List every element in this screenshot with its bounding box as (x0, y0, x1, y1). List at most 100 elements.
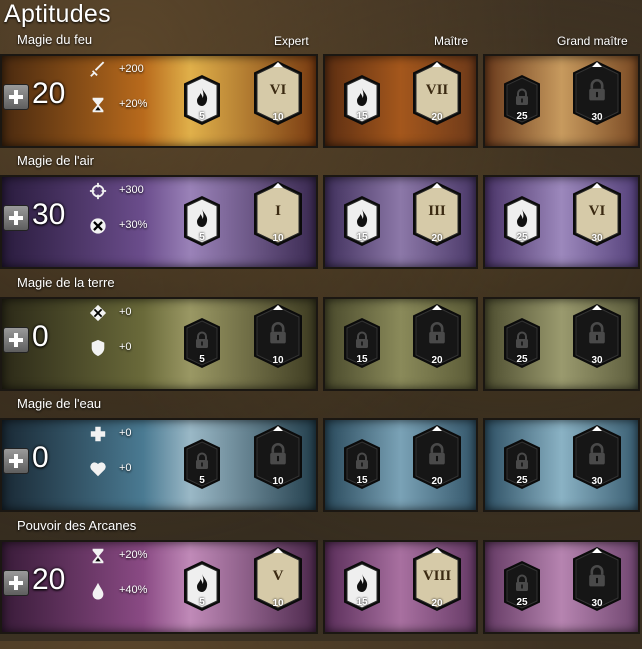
points-required: 20 (431, 476, 443, 487)
stat-value: +200 (119, 63, 144, 75)
major-trait-slot-locked[interactable]: 20 (412, 424, 462, 490)
minor-trait-slot-locked[interactable]: 25 (503, 438, 541, 490)
major-trait-slot-locked[interactable]: 20 (412, 303, 462, 369)
lock-icon (516, 88, 528, 105)
trait-points: 0 (32, 441, 49, 474)
points-required: 25 (516, 111, 528, 122)
major-trait-slot[interactable]: VI 10 (253, 60, 303, 126)
lock-icon (270, 443, 286, 465)
major-trait-slot-locked[interactable]: 10 (253, 303, 303, 369)
major-trait-slot-locked[interactable]: 10 (253, 424, 303, 490)
major-trait-slot-locked[interactable]: 30 (572, 424, 622, 490)
trait-line-air: Magie de l'air 30 +300 +30% 5 I 10 15 III 20 25 VI 3… (0, 153, 642, 284)
stat-bonus: +30% (89, 217, 199, 237)
toughness-icon (89, 304, 107, 322)
healing-cross-icon (89, 425, 107, 443)
points-required: 25 (516, 232, 528, 243)
points-required: 15 (356, 475, 368, 486)
major-trait-slot-locked[interactable]: 30 (572, 60, 622, 126)
points-required: 15 (356, 111, 368, 122)
trait-points: 0 (32, 320, 49, 353)
major-trait-slot[interactable]: V 10 (253, 546, 303, 612)
stat-bonus: +200 (89, 61, 199, 81)
major-trait-slot-locked[interactable]: 30 (572, 303, 622, 369)
add-point-button[interactable] (3, 205, 29, 231)
trait-line-name: Pouvoir des Arcanes (17, 518, 137, 533)
stat-value: +300 (119, 184, 144, 196)
crosshair-icon (89, 182, 107, 200)
points-required: 15 (356, 597, 368, 608)
points-required: 20 (431, 233, 443, 244)
stat-bonus: +0 (89, 339, 199, 359)
add-point-button[interactable] (3, 448, 29, 474)
minor-trait-slot[interactable]: 15 (343, 195, 381, 247)
trait-line-name: Magie du feu (17, 32, 93, 47)
major-trait-slot[interactable]: VIII 20 (412, 546, 462, 612)
trait-line-name: Magie de l'air (17, 153, 94, 168)
lock-icon (429, 322, 445, 344)
points-required: 30 (591, 476, 603, 487)
sword-icon (89, 61, 107, 79)
major-trait-slot[interactable]: VII 20 (412, 60, 462, 126)
minor-trait-slot-locked[interactable]: 25 (503, 317, 541, 369)
points-required: 10 (272, 476, 284, 487)
trait-numeral: I (275, 203, 281, 219)
lock-icon (270, 322, 286, 344)
add-point-button[interactable] (3, 570, 29, 596)
minor-trait-slot-locked[interactable]: 15 (343, 438, 381, 490)
lock-icon (356, 331, 368, 348)
points-required: 30 (591, 598, 603, 609)
major-trait-slot-locked[interactable]: 30 (572, 546, 622, 612)
major-trait-slot[interactable]: VI 30 (572, 181, 622, 247)
trait-line-name: Magie de l'eau (17, 396, 102, 411)
stat-value: +20% (119, 549, 148, 561)
major-trait-slot[interactable]: III 20 (412, 181, 462, 247)
add-point-button[interactable] (3, 84, 29, 110)
lock-icon (429, 443, 445, 465)
stat-value: +0 (119, 462, 132, 474)
lock-icon (589, 565, 605, 587)
minor-trait-slot-locked[interactable]: 15 (343, 317, 381, 369)
minor-trait-slot-locked[interactable]: 25 (503, 74, 541, 126)
stat-bonus: +0 (89, 460, 199, 480)
trait-numeral: III (428, 203, 446, 219)
lock-icon (589, 79, 605, 101)
trait-points: 30 (32, 198, 66, 231)
trait-line-arcane: Pouvoir des Arcanes 20 +20% +40% 5 V 10 15 VIII 2… (0, 518, 642, 649)
minor-trait-slot[interactable]: 15 (343, 560, 381, 612)
critical-damage-icon (89, 217, 107, 235)
fire-icon (357, 209, 368, 227)
stat-value: +30% (119, 219, 148, 231)
add-point-button[interactable] (3, 327, 29, 353)
fire-icon (357, 88, 368, 106)
stat-value: +20% (119, 98, 148, 110)
crosshair-icon (89, 182, 107, 200)
points-required: 30 (591, 233, 603, 244)
lock-icon (516, 574, 528, 591)
points-required: 25 (516, 597, 528, 608)
stat-bonus: +0 (89, 425, 199, 445)
stat-value: +40% (119, 584, 148, 596)
minor-trait-slot[interactable]: 15 (343, 74, 381, 126)
minor-trait-slot-locked[interactable]: 25 (503, 560, 541, 612)
stat-value: +0 (119, 306, 132, 318)
major-trait-slot[interactable]: I 10 (253, 181, 303, 247)
points-required: 15 (356, 354, 368, 365)
trait-points: 20 (32, 563, 66, 596)
stat-bonus: +40% (89, 582, 199, 602)
stat-bonus: +20% (89, 547, 199, 567)
shield-icon (89, 339, 107, 357)
trait-line-name: Magie de la terre (17, 275, 115, 290)
minor-trait-slot[interactable]: 25 (503, 195, 541, 247)
points-required: 30 (591, 355, 603, 366)
points-required: 25 (516, 354, 528, 365)
trait-line-water: Magie de l'eau 0 +0 +0 5 10 15 20 25 30 (0, 396, 642, 527)
heart-icon (90, 462, 106, 477)
toughness-icon (89, 304, 107, 322)
trait-numeral: VIII (422, 568, 452, 584)
points-required: 25 (516, 475, 528, 486)
lock-icon (589, 322, 605, 344)
points-required: 30 (591, 112, 603, 123)
stat-bonus: +20% (89, 96, 199, 116)
points-required: 20 (431, 598, 443, 609)
